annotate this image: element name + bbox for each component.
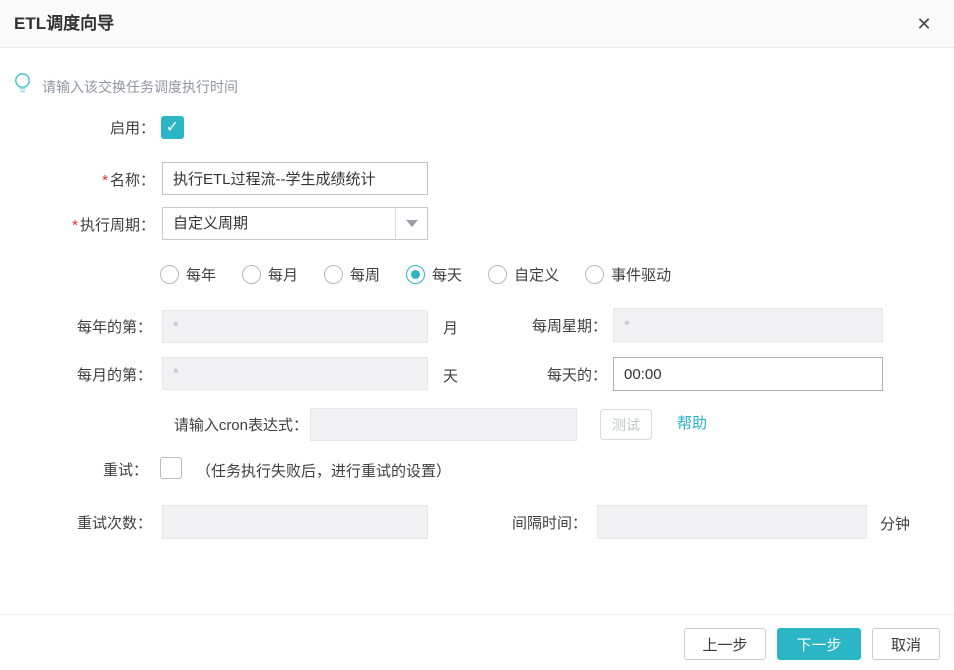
radio-monthly[interactable]: 每月 (242, 264, 298, 285)
dialog-header: ETL调度向导 ✕ (0, 0, 954, 48)
interval-label: 间隔时间： (430, 513, 587, 535)
radio-daily[interactable]: 每天 (406, 264, 462, 285)
radio-icon (406, 265, 425, 284)
interval-input (597, 505, 867, 539)
period-label: *执行周期： (0, 215, 155, 237)
retry-count-label: 重试次数： (0, 513, 152, 535)
period-select-value: 自定义周期 (173, 208, 248, 239)
required-asterisk: * (102, 172, 108, 189)
hint-text: 请输入该交换任务调度执行时间 (42, 77, 238, 97)
radio-icon (585, 265, 604, 284)
cron-input (310, 408, 577, 441)
footer-divider (0, 614, 954, 615)
daily-time-input[interactable] (613, 357, 883, 391)
hint-row: 请输入该交换任务调度执行时间 (14, 72, 238, 101)
etl-schedule-wizard-dialog: ETL调度向导 ✕ 请输入该交换任务调度执行时间 启用： ✓ *名称： *执行周… (0, 0, 954, 670)
lightbulb-icon (14, 72, 31, 101)
enable-label: 启用： (0, 118, 155, 140)
radio-event-driven[interactable]: 事件驱动 (585, 264, 671, 285)
retry-label: 重试： (0, 460, 148, 482)
enable-checkbox[interactable]: ✓ (161, 116, 184, 139)
dialog-title: ETL调度向导 (14, 0, 114, 48)
radio-weekly[interactable]: 每周 (324, 264, 380, 285)
radio-icon (488, 265, 507, 284)
retry-count-input (162, 505, 428, 539)
period-select[interactable]: 自定义周期 (162, 207, 428, 240)
radio-icon (324, 265, 343, 284)
daily-label: 每天的： (430, 365, 607, 387)
radio-icon (242, 265, 261, 284)
check-icon: ✓ (166, 120, 179, 136)
name-input[interactable] (162, 162, 428, 195)
radio-icon (160, 265, 179, 284)
radio-custom[interactable]: 自定义 (488, 264, 559, 285)
name-label: *名称： (0, 170, 155, 192)
chevron-down-icon (406, 220, 418, 227)
weekly-label: 每周星期： (430, 316, 607, 338)
frequency-radio-group: 每年 每月 每周 每天 自定义 事件驱动 (160, 264, 671, 285)
radio-yearly[interactable]: 每年 (160, 264, 216, 285)
monthly-input (162, 357, 428, 390)
cancel-button[interactable]: 取消 (872, 628, 940, 660)
next-step-button[interactable]: 下一步 (777, 628, 861, 660)
cron-help-link[interactable]: 帮助 (677, 412, 707, 433)
yearly-input (162, 310, 428, 343)
dropdown-arrow-button[interactable] (395, 208, 427, 239)
weekly-input (613, 308, 883, 342)
close-icon[interactable]: ✕ (912, 12, 936, 36)
prev-step-button[interactable]: 上一步 (684, 628, 766, 660)
yearly-label: 每年的第： (0, 317, 152, 339)
retry-note: （任务执行失败后，进行重试的设置） (196, 460, 451, 481)
cron-label: 请输入cron表达式： (0, 415, 308, 437)
cron-test-button: 测试 (600, 409, 652, 440)
monthly-label: 每月的第： (0, 365, 152, 387)
required-asterisk: * (72, 217, 78, 234)
interval-unit: 分钟 (880, 513, 910, 534)
retry-checkbox[interactable]: ✓ (160, 457, 182, 479)
